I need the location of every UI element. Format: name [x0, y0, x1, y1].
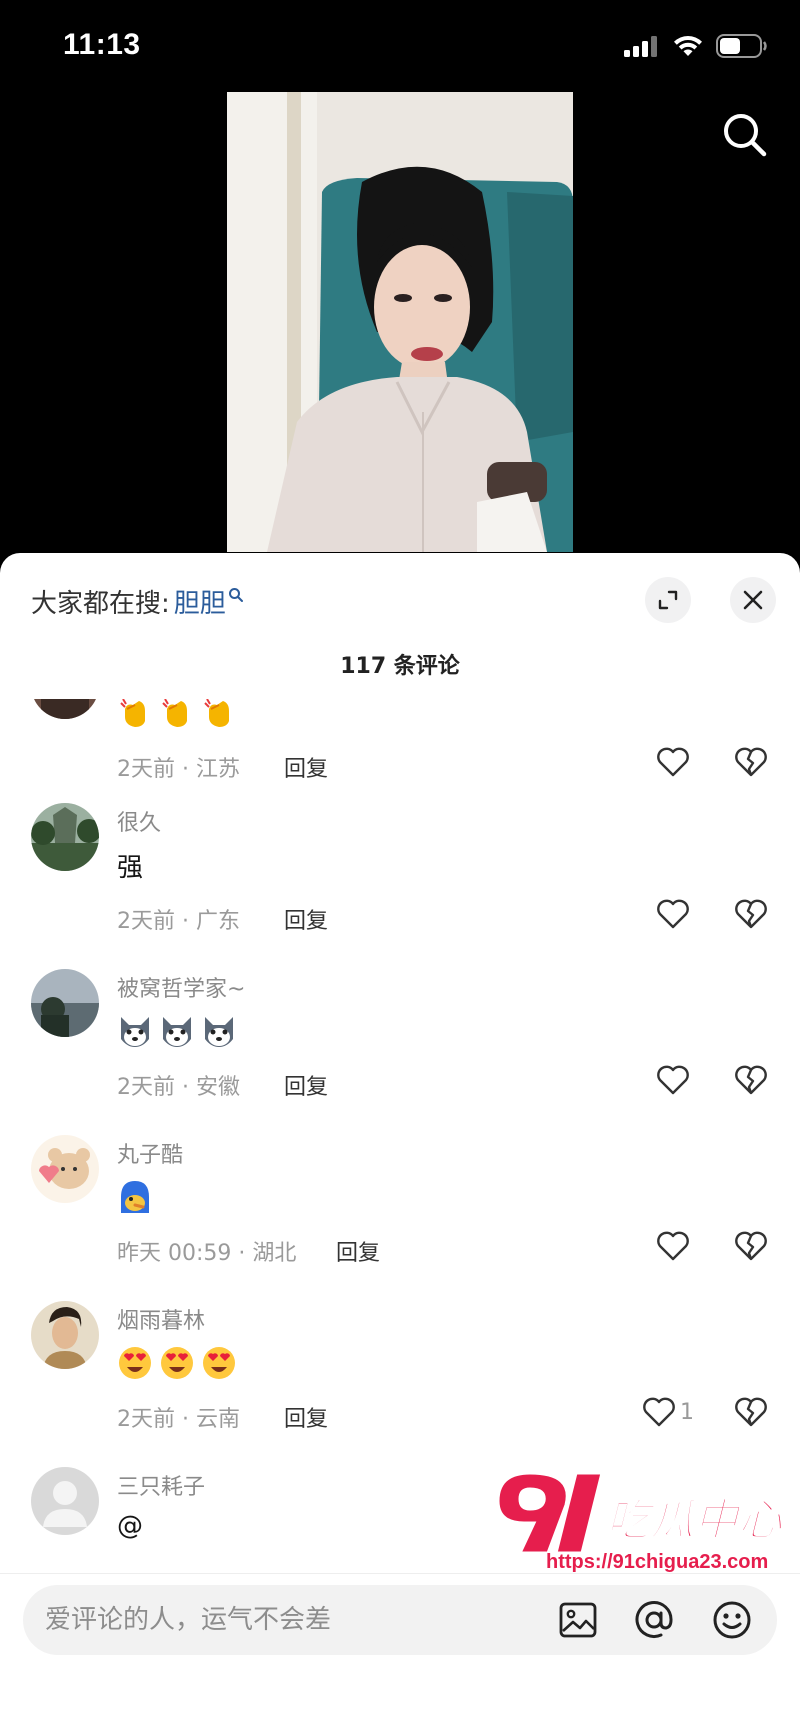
heart-eyes-emoji [203, 1347, 235, 1379]
like-button[interactable] [656, 899, 690, 929]
hot-search-label: 大家都在搜: [31, 589, 170, 619]
like-button[interactable] [656, 1065, 690, 1095]
avatar[interactable] [31, 803, 99, 871]
clap-emoji [120, 699, 145, 727]
close-button[interactable] [730, 577, 776, 623]
video-frame[interactable] [227, 92, 573, 552]
avatar[interactable] [31, 699, 99, 719]
husky-emoji [205, 1017, 233, 1047]
hot-search[interactable]: 大家都在搜: 胆胆 [31, 583, 244, 620]
avatar[interactable] [31, 1135, 99, 1203]
comment-author[interactable]: 三只耗子 [117, 1469, 205, 1501]
comment-author[interactable]: 丸子酷 [117, 1137, 183, 1169]
status-time: 11:13 [63, 28, 141, 61]
heart-icon [657, 747, 689, 777]
comment-count: 117 条评论 [340, 654, 460, 679]
comment-item: 2天前 · 江苏 回复 [0, 699, 800, 817]
broken-heart-icon [735, 747, 767, 777]
expand-icon [658, 590, 678, 610]
hot-search-term[interactable]: 胆胆 [174, 583, 226, 620]
comment-author[interactable]: 被窝哲学家~ [117, 971, 245, 1003]
smiley-icon [713, 1601, 751, 1639]
avatar[interactable] [31, 1467, 99, 1535]
heart-icon [643, 1397, 675, 1427]
comment-sheet: 大家都在搜: 胆胆 117 条评论 2天前 · 江苏 回复 很久 强 2天前 ·… [0, 553, 800, 1731]
comment-meta: 2天前 · 广东 [117, 909, 240, 934]
dislike-button[interactable] [734, 899, 768, 933]
comment-text: 强 [117, 853, 144, 883]
comment-text: @ [117, 1511, 143, 1541]
wifi-icon [674, 36, 702, 56]
broken-heart-icon [735, 1065, 767, 1095]
emoji-button[interactable] [711, 1599, 753, 1641]
expand-button[interactable] [645, 577, 691, 623]
comment-input-pill[interactable] [23, 1585, 777, 1655]
comment-input-bar [0, 1573, 800, 1731]
comment-meta: 2天前 · 江苏 [117, 757, 240, 782]
comment-input[interactable] [45, 1585, 545, 1655]
comment-author[interactable]: 烟雨暮林 [117, 1303, 205, 1335]
broken-heart-icon [735, 1231, 767, 1261]
dislike-button[interactable] [734, 747, 768, 781]
comment-meta: 2天前 · 云南 [117, 1407, 240, 1432]
comment-emojis [117, 699, 237, 731]
like-button[interactable] [656, 747, 690, 777]
heart-icon [657, 1065, 689, 1095]
comment-item: 三只耗子 @ [0, 1467, 800, 1574]
dislike-button[interactable] [734, 1397, 768, 1431]
like-count: 1 [680, 1399, 694, 1425]
like-button[interactable]: 1 [642, 1397, 694, 1427]
avatar[interactable] [31, 1301, 99, 1369]
heart-eyes-emoji [161, 1347, 193, 1379]
comment-item: 很久 强 2天前 · 广东 回复 [0, 803, 800, 969]
mention-button[interactable] [633, 1599, 675, 1641]
search-icon [724, 114, 767, 157]
status-bar: 11:13 [0, 0, 800, 92]
status-icons [624, 34, 768, 58]
like-button[interactable] [656, 1231, 690, 1261]
dislike-button[interactable] [734, 1231, 768, 1265]
heart-icon [657, 899, 689, 929]
comment-item: 烟雨暮林 2天前 · 云南 回复 1 [0, 1301, 800, 1467]
comment-emojis [117, 1179, 153, 1215]
cellular-signal-icon [624, 36, 657, 57]
clap-emoji [204, 699, 229, 727]
sheet-header: 大家都在搜: 胆胆 117 条评论 [0, 553, 800, 703]
comment-item: 被窝哲学家~ 2天前 · 安徽 回复 [0, 969, 800, 1135]
husky-emoji [121, 1017, 149, 1047]
comment-item: 丸子酷 昨天 00:59 · 湖北 回复 [0, 1135, 800, 1301]
husky-emoji [163, 1017, 191, 1047]
reply-button[interactable]: 回复 [284, 903, 328, 935]
reply-button[interactable]: 回复 [284, 1401, 328, 1433]
search-button[interactable] [722, 112, 768, 158]
image-icon [559, 1602, 597, 1638]
avatar[interactable] [31, 969, 99, 1037]
dislike-button[interactable] [734, 1065, 768, 1099]
comment-meta: 2天前 · 安徽 [117, 1075, 240, 1100]
broken-heart-icon [735, 899, 767, 929]
comment-author[interactable]: 很久 [117, 805, 161, 837]
image-button[interactable] [557, 1599, 599, 1641]
battery-icon [716, 34, 767, 58]
reply-button[interactable]: 回复 [284, 751, 328, 783]
video-still-image [227, 92, 573, 552]
heart-eyes-emoji [119, 1347, 151, 1379]
close-icon [743, 590, 763, 610]
comment-emojis [117, 1013, 237, 1049]
reply-button[interactable]: 回复 [284, 1069, 328, 1101]
heart-icon [657, 1231, 689, 1261]
comment-list[interactable]: 2天前 · 江苏 回复 很久 强 2天前 · 广东 回复 被窝哲学家~ 2天前 … [0, 699, 800, 1574]
comment-emojis [117, 1345, 237, 1381]
clap-emoji [162, 699, 187, 727]
reply-button[interactable]: 回复 [336, 1235, 380, 1267]
comment-meta: 昨天 00:59 · 湖北 [117, 1241, 297, 1266]
video-player[interactable] [0, 92, 800, 552]
broken-heart-icon [735, 1397, 767, 1427]
at-sign-icon [635, 1601, 673, 1638]
blue-creature-emoji [121, 1181, 149, 1213]
small-search-icon [228, 587, 243, 602]
